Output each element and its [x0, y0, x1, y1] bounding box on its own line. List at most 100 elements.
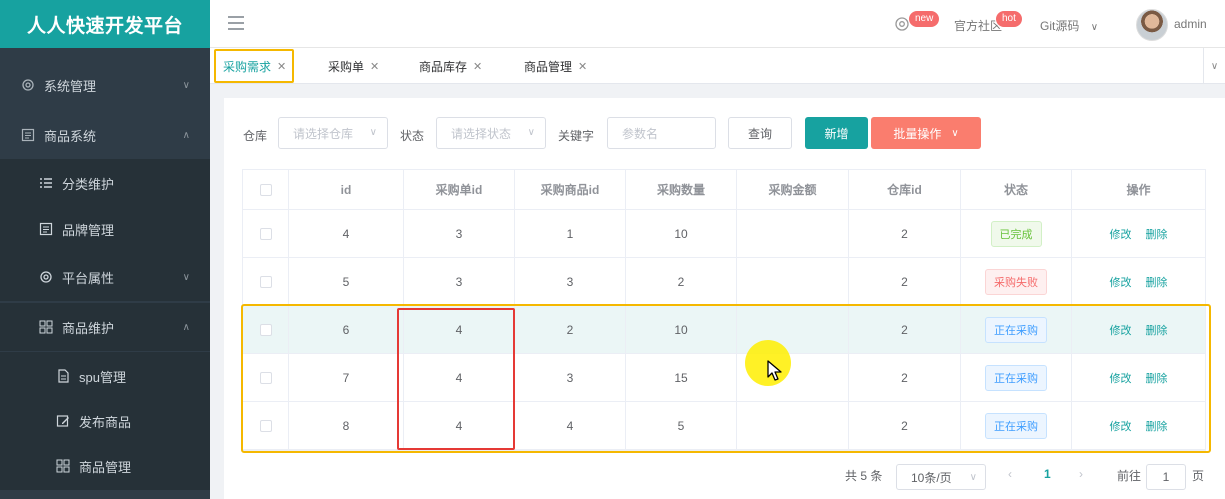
cell-ware-id: 2 — [849, 306, 961, 353]
column-header[interactable]: 操作 — [1072, 170, 1205, 209]
status-select[interactable]: 请选择状态 ∨ — [436, 117, 546, 149]
table-header-row: id 采购单id 采购商品id 采购数量 采购金额 仓库id 状态 操作 — [243, 170, 1205, 210]
cell-ware-id: 2 — [849, 210, 961, 257]
cell-actions: 修改 删除 — [1072, 210, 1205, 257]
chevron-down-icon: ∨ — [182, 79, 190, 91]
cell-id: 7 — [289, 354, 404, 401]
tab-product-manage[interactable]: 商品管理 ✕ — [524, 48, 587, 84]
cell-id: 6 — [289, 306, 404, 353]
row-checkbox[interactable] — [259, 227, 272, 240]
cell-order-id: 3 — [404, 210, 515, 257]
edit-link[interactable]: 修改 — [1110, 418, 1132, 434]
column-header[interactable]: 采购金额 — [737, 170, 849, 209]
edit-link[interactable]: 修改 — [1110, 370, 1132, 386]
goto-page-input[interactable]: 1 — [1146, 464, 1186, 490]
delete-link[interactable]: 删除 — [1146, 226, 1168, 242]
add-button[interactable]: 新增 — [805, 117, 868, 149]
cell-sku-id: 3 — [515, 258, 626, 305]
edit-link[interactable]: 修改 — [1110, 226, 1132, 242]
close-icon[interactable]: ✕ — [473, 60, 482, 73]
query-button[interactable]: 查询 — [728, 117, 792, 149]
keyword-label: 关键字 — [558, 129, 595, 143]
list-box-icon — [38, 221, 54, 237]
tab-stock[interactable]: 商品库存 ✕ — [419, 48, 482, 84]
list-icon — [38, 175, 54, 191]
tab-purchase-order[interactable]: 采购单 ✕ — [328, 48, 379, 84]
page-tabs: 采购需求 ✕ 采购单 ✕ 商品库存 ✕ 商品管理 ✕ ∨ — [210, 48, 1225, 84]
status-placeholder: 请选择状态 — [451, 126, 512, 141]
brand-logo: 人人快速开发平台 — [0, 0, 210, 48]
edit-link[interactable]: 修改 — [1110, 322, 1132, 338]
batch-action-button[interactable]: 批量操作 ∨ — [871, 117, 981, 149]
sidebar-item-label: 商品管理 — [79, 459, 132, 475]
column-header[interactable]: 状态 — [961, 170, 1072, 209]
row-checkbox[interactable] — [259, 275, 272, 288]
cell-ware-id: 2 — [849, 354, 961, 401]
row-checkbox[interactable] — [259, 323, 272, 336]
git-source-menu[interactable]: Git源码 ∨ — [1040, 17, 1098, 34]
username[interactable]: admin — [1174, 17, 1207, 31]
row-checkbox[interactable] — [259, 371, 272, 384]
chevron-down-icon: ∨ — [527, 127, 535, 138]
menu-toggle-icon[interactable] — [228, 16, 244, 30]
select-all-checkbox[interactable] — [259, 183, 272, 196]
cell-status: 正在采购 — [961, 354, 1072, 401]
sidebar-item-product-system[interactable]: 商品系统 ∧ — [0, 111, 210, 159]
status-badge: 已完成 — [990, 220, 1042, 247]
delete-link[interactable]: 删除 — [1146, 370, 1168, 386]
sidebar-item-brand[interactable]: 品牌管理 — [0, 205, 210, 253]
current-page[interactable]: 1 — [1044, 467, 1051, 481]
prev-page-icon[interactable]: ‹ — [1008, 467, 1012, 481]
warehouse-placeholder: 请选择仓库 — [293, 126, 354, 141]
sidebar-item-category[interactable]: 分类维护 — [0, 159, 210, 207]
goto-label: 前往 — [1117, 469, 1142, 483]
page-size-select[interactable]: 10条/页 ∨ — [896, 464, 986, 490]
sidebar-item-attributes[interactable]: 平台属性 ∨ — [0, 253, 210, 301]
list-box-icon — [20, 127, 36, 143]
column-header[interactable]: 仓库id — [849, 170, 961, 209]
table-row[interactable]: 4 3 1 10 2 已完成 修改 删除 — [243, 210, 1205, 258]
chevron-down-icon: ∨ — [182, 271, 190, 283]
cell-qty: 5 — [626, 402, 737, 449]
cell-qty: 10 — [626, 210, 737, 257]
close-icon[interactable]: ✕ — [370, 60, 379, 73]
table-row[interactable]: 8 4 4 5 2 正在采购 修改 删除 — [243, 402, 1205, 450]
cell-actions: 修改 删除 — [1072, 306, 1205, 353]
sidebar-item-product-manage[interactable]: 商品管理 — [0, 442, 210, 490]
row-select-cell — [243, 306, 289, 353]
chevron-down-icon: ∨ — [951, 127, 959, 139]
table-row[interactable]: 7 4 3 15 2 正在采购 修改 删除 — [243, 354, 1205, 402]
column-header[interactable]: id — [289, 170, 404, 209]
cell-status: 采购失败 — [961, 258, 1072, 305]
table-row[interactable]: 5 3 3 2 2 采购失败 修改 删除 — [243, 258, 1205, 306]
sidebar-item-spu[interactable]: spu管理 — [0, 352, 210, 400]
cell-amount — [737, 354, 849, 401]
cell-status: 正在采购 — [961, 306, 1072, 353]
cell-order-id: 4 — [404, 402, 515, 449]
cell-amount — [737, 258, 849, 305]
next-page-icon[interactable]: › — [1079, 467, 1083, 481]
delete-link[interactable]: 删除 — [1146, 274, 1168, 290]
keyword-input[interactable]: 参数名 — [607, 117, 716, 149]
row-checkbox[interactable] — [259, 419, 272, 432]
column-header[interactable]: 采购数量 — [626, 170, 737, 209]
close-icon[interactable]: ✕ — [578, 60, 587, 73]
avatar[interactable] — [1136, 9, 1168, 41]
column-header[interactable]: 采购商品id — [515, 170, 626, 209]
chevron-down-icon: ∨ — [969, 471, 977, 483]
warehouse-select[interactable]: 请选择仓库 ∨ — [278, 117, 388, 149]
top-header: new 官方社区 hot Git源码 ∨ admin — [210, 0, 1225, 48]
row-select-cell — [243, 210, 289, 257]
delete-link[interactable]: 删除 — [1146, 322, 1168, 338]
chevron-down-icon[interactable]: ∨ — [1203, 48, 1225, 84]
sidebar-item-label: 商品系统 — [44, 128, 97, 144]
column-header[interactable]: 采购单id — [404, 170, 515, 209]
edit-link[interactable]: 修改 — [1110, 274, 1132, 290]
sidebar-item-product-maintain[interactable]: 商品维护 ∧ — [0, 303, 210, 351]
status-label: 状态 — [400, 129, 425, 143]
cell-sku-id: 1 — [515, 210, 626, 257]
sidebar-item-publish[interactable]: 发布商品 — [0, 397, 210, 445]
delete-link[interactable]: 删除 — [1146, 418, 1168, 434]
sidebar-item-system[interactable]: 系统管理 ∨ — [0, 61, 210, 109]
table-row[interactable]: 6 4 2 10 2 正在采购 修改 删除 — [243, 306, 1205, 354]
